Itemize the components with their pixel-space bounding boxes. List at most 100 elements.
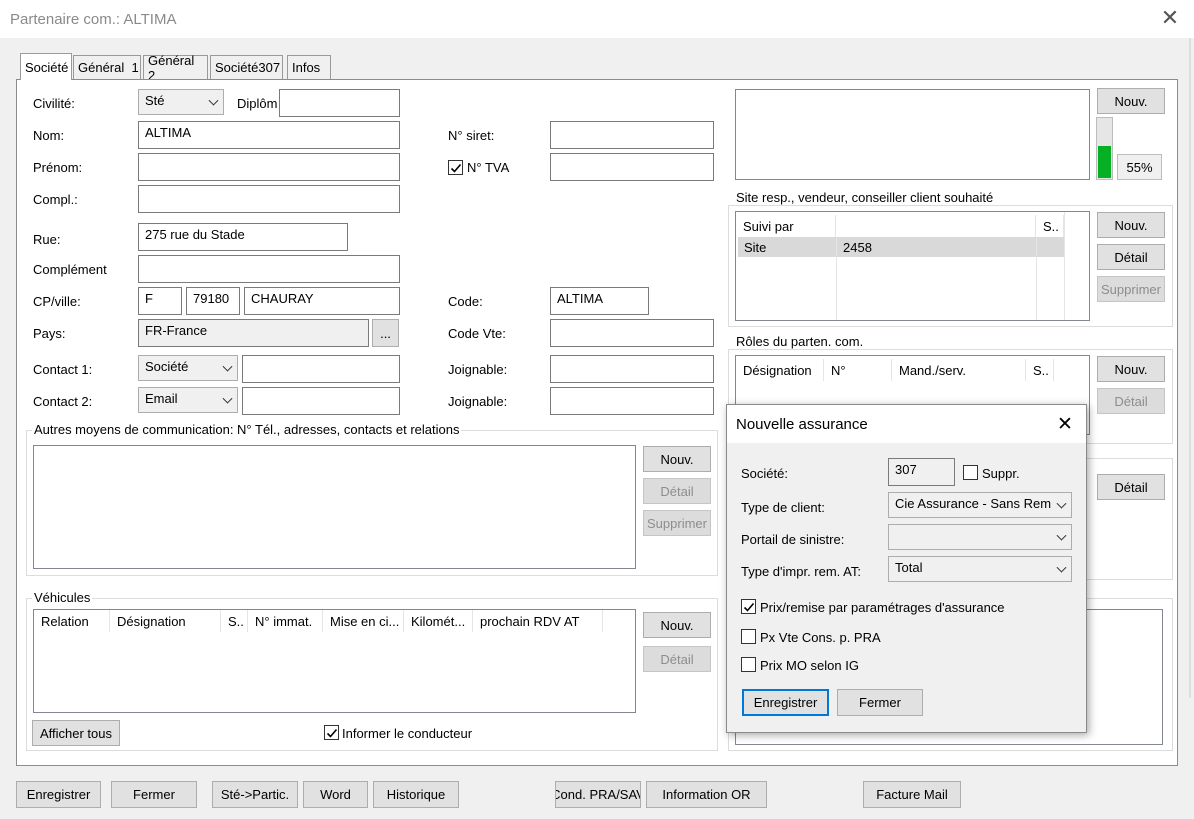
nom-input[interactable]: ALTIMA <box>138 121 400 149</box>
site-table[interactable]: Suivi par S.. Site 2458 <box>735 211 1090 321</box>
roles-detail-button[interactable]: Détail <box>1097 388 1165 414</box>
postal-code-input[interactable]: 79180 <box>186 287 240 315</box>
joignable2-label: Joignable: <box>448 394 508 409</box>
autres-detail-button[interactable]: Détail <box>643 478 711 504</box>
column-header[interactable] <box>836 215 1036 237</box>
column-header[interactable]: S.. <box>221 610 248 632</box>
siret-input[interactable] <box>550 121 714 149</box>
column-header[interactable]: N° <box>824 359 892 381</box>
country-code-input[interactable]: F <box>138 287 182 315</box>
tab-label: Général 2 <box>148 52 195 83</box>
cpville-label: CP/ville: <box>33 294 81 309</box>
progress-fill <box>1098 146 1111 178</box>
autres-moyens-list[interactable] <box>33 445 636 569</box>
dialog-titlebar: Nouvelle assurance ✕ <box>727 405 1086 443</box>
close-icon: ✕ <box>1057 413 1073 435</box>
column-header[interactable]: prochain RDV AT <box>473 610 603 632</box>
nouvelle-assurance-dialog: Nouvelle assurance ✕ Société: 307 Suppr.… <box>726 404 1087 733</box>
diplom-input[interactable] <box>279 89 400 117</box>
tab-societe[interactable]: Société <box>20 53 72 80</box>
roles-nouv-button[interactable]: Nouv. <box>1097 356 1165 382</box>
ville-input[interactable]: CHAURAY <box>244 287 400 315</box>
prenom-label: Prénom: <box>33 160 83 175</box>
column-header[interactable]: Mand./serv. <box>892 359 1026 381</box>
vehicules-table[interactable]: Relation Désignation S.. N° immat. Mise … <box>33 609 636 713</box>
contact1-label: Contact 1: <box>33 362 93 377</box>
close-icon: ✕ <box>1160 5 1180 30</box>
prenom-input[interactable] <box>138 153 400 181</box>
ste-partic-button[interactable]: Sté->Partic. <box>212 781 298 808</box>
dlg-type-client-select[interactable]: Cie Assurance - Sans Rem <box>888 492 1072 518</box>
column-header[interactable]: Mise en ci... <box>323 610 404 632</box>
tab-infos[interactable]: Infos <box>287 55 331 79</box>
autres-nouv-button[interactable]: Nouv. <box>643 446 711 472</box>
column-header[interactable]: S.. <box>1026 359 1054 381</box>
code-input[interactable]: ALTIMA <box>550 287 649 315</box>
dlg-prix-mo-checkbox[interactable] <box>741 657 756 672</box>
tab-general-1[interactable]: Général 1 <box>73 55 141 79</box>
contact2-type-select[interactable]: Email <box>138 387 238 413</box>
pays-label: Pays: <box>33 326 66 341</box>
window-close-button[interactable]: ✕ <box>1158 5 1182 30</box>
tva-input[interactable] <box>550 153 714 181</box>
information-or-button[interactable]: Information OR <box>646 781 767 808</box>
dlg-px-vte-label: Px Vte Cons. p. PRA <box>760 630 881 645</box>
tab-societe307[interactable]: Société307 <box>210 55 283 79</box>
dlg-fermer-button[interactable]: Fermer <box>837 689 923 716</box>
site-nouv-button[interactable]: Nouv. <box>1097 212 1165 238</box>
joignable2-input[interactable] <box>550 387 714 415</box>
contact2-input[interactable] <box>242 387 400 415</box>
dlg-suppr-checkbox[interactable] <box>963 465 978 480</box>
word-button[interactable]: Word <box>303 781 368 808</box>
facture-mail-button[interactable]: Facture Mail <box>863 781 961 808</box>
column-header[interactable]: Relation <box>34 610 110 632</box>
site-row-suivi: Site <box>744 240 767 255</box>
dlg-type-client-value: Cie Assurance - Sans Rem <box>895 496 1052 511</box>
column-header[interactable]: S.. <box>1036 215 1064 237</box>
chevron-down-icon <box>1056 530 1067 541</box>
afficher-tous-button[interactable]: Afficher tous <box>32 720 120 746</box>
dlg-prix-remise-checkbox[interactable] <box>741 599 756 614</box>
fermer-button[interactable]: Fermer <box>111 781 197 808</box>
right-nouv-button[interactable]: Nouv. <box>1097 88 1165 114</box>
column-header[interactable]: Kilomét... <box>404 610 473 632</box>
site-supprimer-button[interactable]: Supprimer <box>1097 276 1165 302</box>
column-header[interactable]: N° immat. <box>248 610 323 632</box>
column-divider <box>1064 212 1065 320</box>
joignable1-input[interactable] <box>550 355 714 383</box>
compl-input[interactable] <box>138 185 400 213</box>
complement-input[interactable] <box>138 255 400 283</box>
vehicules-detail-button[interactable]: Détail <box>643 646 711 672</box>
window-title: Partenaire com.: ALTIMA <box>10 11 177 28</box>
site-detail-button[interactable]: Détail <box>1097 244 1165 270</box>
contact2-label: Contact 2: <box>33 394 93 409</box>
pays-browse-button[interactable]: ... <box>372 319 399 347</box>
rue-input[interactable]: 275 rue du Stade <box>138 223 348 251</box>
cond-pra-sav-button[interactable]: Cond. PRA/SAV <box>555 781 641 808</box>
vehicules-nouv-button[interactable]: Nouv. <box>643 612 711 638</box>
autres-supprimer-button[interactable]: Supprimer <box>643 510 711 536</box>
dlg-enregistrer-button[interactable]: Enregistrer <box>742 689 829 716</box>
dlg-portail-select[interactable] <box>888 524 1072 550</box>
tab-general-2[interactable]: Général 2 <box>143 53 208 83</box>
enregistrer-button[interactable]: Enregistrer <box>16 781 101 808</box>
codevte-input[interactable] <box>550 319 714 347</box>
dlg-px-vte-checkbox[interactable] <box>741 629 756 644</box>
column-header[interactable]: Désignation <box>110 610 221 632</box>
civilite-select[interactable]: Sté <box>138 89 224 115</box>
group3-detail-button[interactable]: Détail <box>1097 474 1165 500</box>
informer-checkbox[interactable] <box>324 725 339 740</box>
column-header[interactable]: Suivi par <box>736 215 836 237</box>
code-label: Code: <box>448 294 483 309</box>
contact1-input[interactable] <box>242 355 400 383</box>
column-divider <box>836 237 837 320</box>
contact1-type-select[interactable]: Société <box>138 355 238 381</box>
column-divider <box>1036 237 1037 320</box>
tva-checkbox[interactable] <box>448 160 463 175</box>
notes-area[interactable] <box>735 89 1090 180</box>
table-row[interactable]: Site 2458 <box>738 237 1064 257</box>
dialog-close-button[interactable]: ✕ <box>1053 413 1077 435</box>
column-header[interactable]: Désignation <box>736 359 824 381</box>
historique-button[interactable]: Historique <box>373 781 459 808</box>
dlg-type-impr-select[interactable]: Total <box>888 556 1072 582</box>
